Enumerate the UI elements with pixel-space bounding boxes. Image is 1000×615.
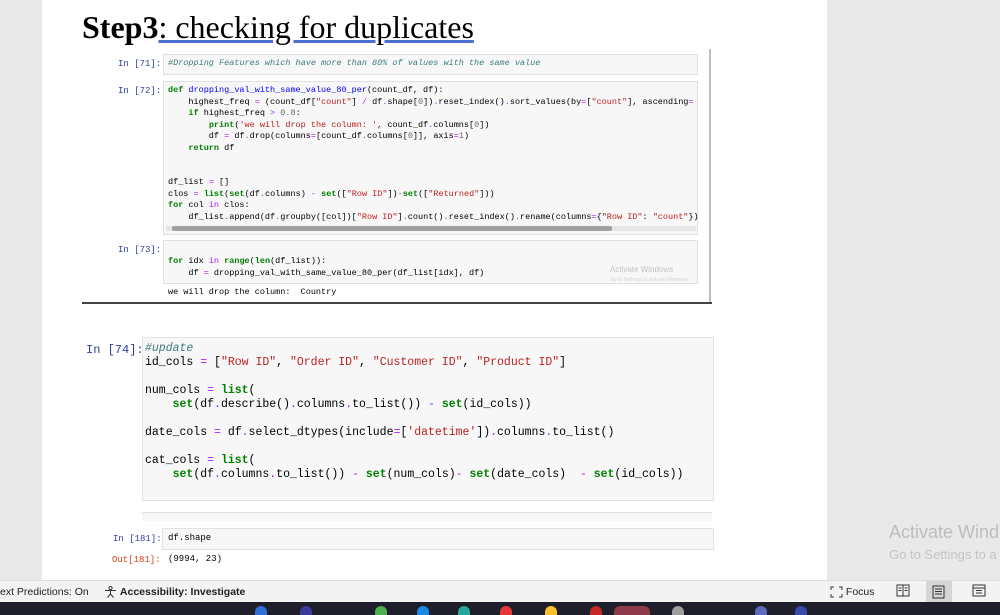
cell-prompt: In [72]: (118, 86, 162, 96)
taskbar-app-icon[interactable] (590, 606, 602, 615)
code-block: def dropping_val_with_same_value_80_per(… (168, 85, 699, 222)
activate-windows-watermark: Activate Windows (610, 265, 674, 274)
taskbar-app-icon[interactable] (417, 606, 429, 615)
code-line: df.shape (168, 533, 212, 543)
partial-cell (142, 512, 712, 521)
read-mode-button[interactable] (896, 584, 910, 600)
cell-prompt: In [71]: (118, 59, 162, 69)
read-mode-icon (896, 584, 910, 597)
cell-prompt: In [181]: (113, 534, 162, 544)
focus-button[interactable]: Focus (830, 586, 875, 598)
document-heading[interactable]: Step3: checking for duplicates (82, 9, 474, 46)
scroll-divider (709, 49, 711, 302)
text-predictions-status[interactable]: ext Predictions: On (0, 586, 89, 598)
embedded-notebook-image[interactable]: In [71]: #Dropping Features which have m… (82, 49, 712, 304)
taskbar-app-icon[interactable] (755, 606, 767, 615)
print-layout-icon (932, 585, 945, 599)
code-block: #update id_cols = ["Row ID", "Order ID",… (145, 342, 684, 481)
activate-windows-title: Activate Wind (889, 522, 1000, 542)
taskbar-app-icon[interactable] (300, 606, 312, 615)
focus-icon (830, 586, 843, 598)
output-prompt: Out[181]: (112, 555, 161, 565)
print-layout-button[interactable] (926, 581, 952, 602)
accessibility-status[interactable]: Accessibility: Investigate (104, 586, 246, 599)
code-block: for idx in range(len(df_list)): df = dro… (168, 256, 485, 278)
code-cell[interactable] (162, 528, 714, 550)
accessibility-label: Accessibility: Investigate (119, 586, 246, 598)
taskbar-app-icon[interactable] (375, 606, 387, 615)
taskbar-app-icon[interactable] (500, 606, 512, 615)
accessibility-icon (105, 586, 116, 599)
focus-label: Focus (845, 586, 875, 598)
activate-windows-subtitle: Go to Settings to a (889, 547, 997, 562)
taskbar-app-icon[interactable] (458, 606, 470, 615)
cell-output: we will drop the column: Country (168, 287, 337, 297)
scrollbar-thumb[interactable] (172, 226, 612, 231)
cell-prompt: In [73]: (118, 245, 162, 255)
taskbar-app-icon-active[interactable] (614, 606, 650, 615)
status-bar: ext Predictions: On Accessibility: Inves… (0, 580, 1000, 603)
taskbar-app-icon[interactable] (672, 606, 684, 615)
heading-bold: Step3 (82, 9, 159, 45)
taskbar (0, 602, 1000, 615)
horizontal-scrollbar[interactable] (166, 226, 696, 231)
web-layout-button[interactable] (972, 584, 986, 600)
taskbar-app-icon[interactable] (255, 606, 267, 615)
heading-rest: : checking for duplicates (158, 9, 474, 45)
cell-output: (9994, 23) (168, 554, 223, 564)
code-line: #Dropping Features which have more than … (168, 58, 541, 68)
web-layout-icon (972, 584, 986, 597)
activate-windows-watermark-sub: Go to Settings to activate Windows. (610, 277, 689, 283)
taskbar-app-icon[interactable] (795, 606, 807, 615)
taskbar-app-icon[interactable] (545, 606, 557, 615)
cell-prompt: In [74]: (86, 343, 144, 357)
